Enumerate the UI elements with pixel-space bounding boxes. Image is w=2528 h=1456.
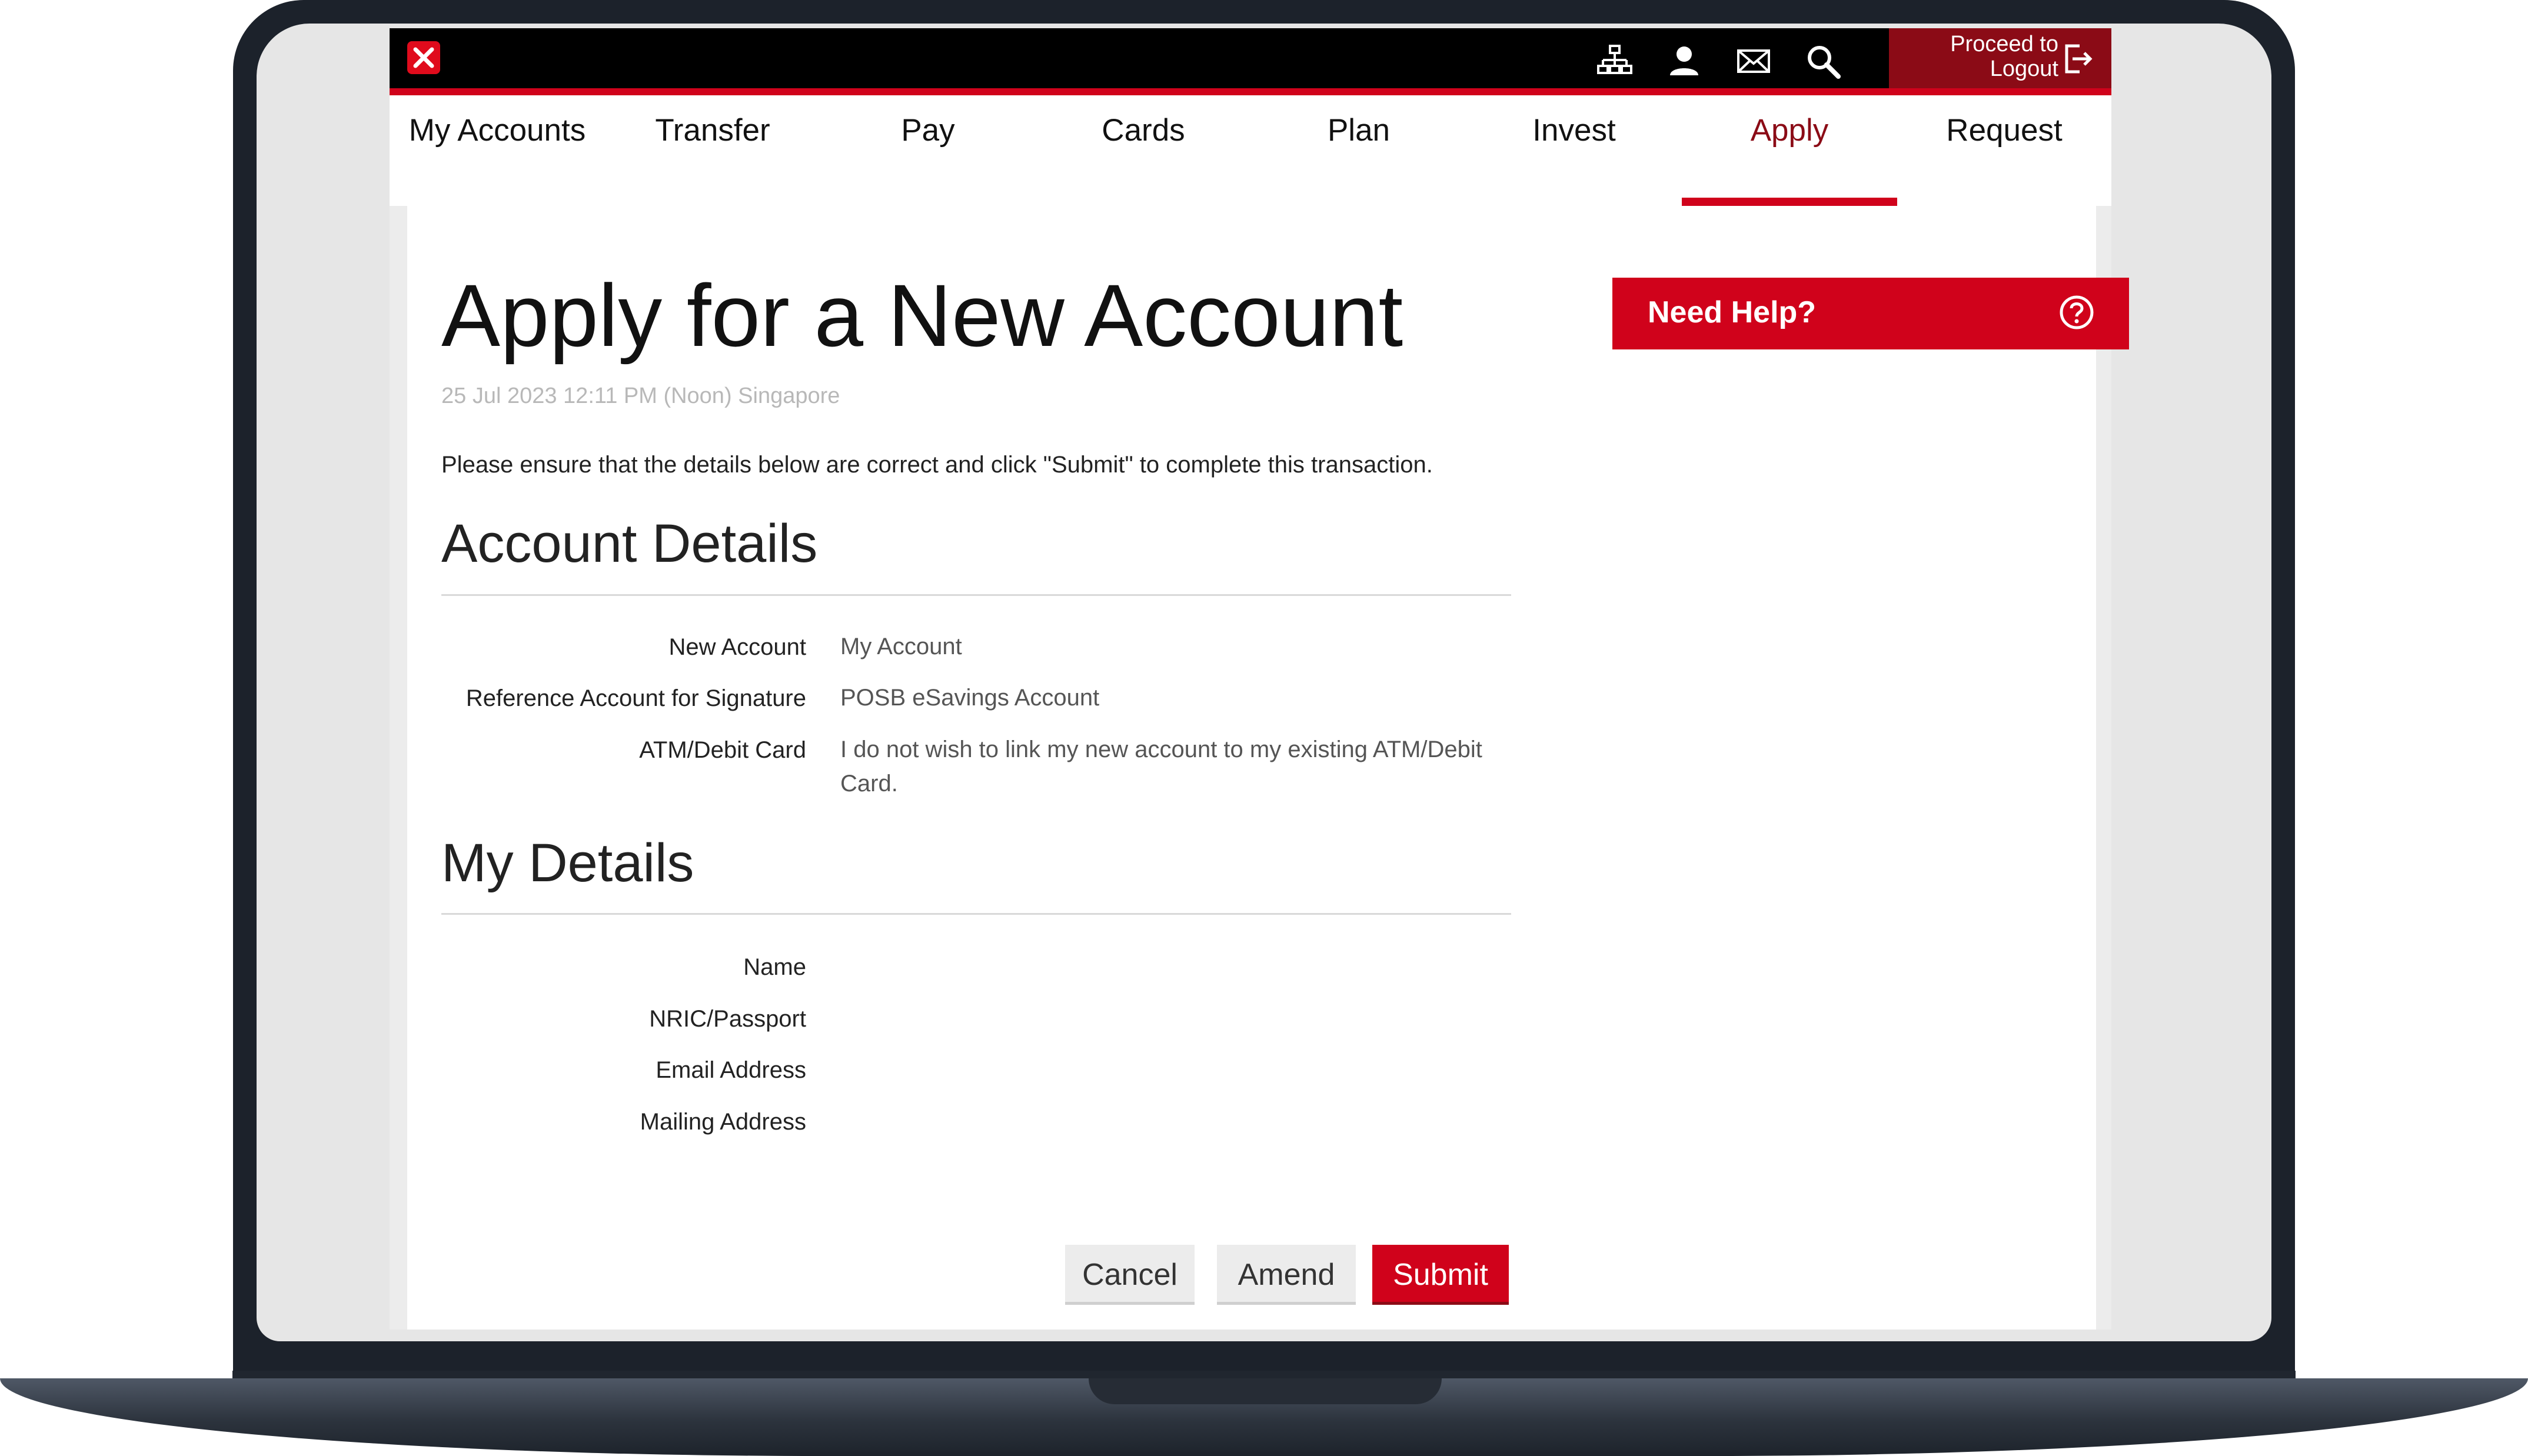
field-label-mailing-address: Mailing Address xyxy=(640,1109,806,1135)
tab-pay[interactable]: Pay xyxy=(820,95,1036,206)
section-divider xyxy=(441,913,1511,915)
tab-cards[interactable]: Cards xyxy=(1036,95,1251,206)
field-label-reference-account: Reference Account for Signature xyxy=(465,685,806,711)
logout-label: Proceed to Logout xyxy=(1929,32,2058,81)
field-value-atm-debit-card: I do not wish to link my new account to … xyxy=(840,737,1482,797)
my-details-heading: My Details xyxy=(441,833,694,893)
tab-invest[interactable]: Invest xyxy=(1466,95,1682,206)
tab-my-accounts[interactable]: My Accounts xyxy=(390,95,605,206)
submit-button[interactable]: Submit xyxy=(1372,1245,1509,1305)
amend-button[interactable]: Amend xyxy=(1217,1245,1356,1305)
section-divider xyxy=(441,594,1511,596)
bank-logo[interactable] xyxy=(407,41,440,74)
main-content: Apply for a New Account 25 Jul 2023 12:1… xyxy=(407,206,2129,1330)
top-bar: Proceed to Logout xyxy=(390,28,2111,95)
need-help-label: Need Help? xyxy=(1648,295,1817,329)
mail-icon[interactable] xyxy=(1735,42,1772,80)
timestamp: 25 Jul 2023 12:11 PM (Noon) Singapore xyxy=(441,384,840,408)
user-icon[interactable] xyxy=(1665,42,1703,80)
laptop-notch xyxy=(1089,1378,1442,1404)
page-title: Apply for a New Account xyxy=(441,266,1403,365)
banking-app: Proceed to Logout My Accounts Transfer P… xyxy=(390,28,2129,1330)
tab-request[interactable]: Request xyxy=(1897,95,2111,206)
logout-icon xyxy=(2062,42,2095,78)
main-nav: My Accounts Transfer Pay Cards Plan Inve… xyxy=(390,95,2111,206)
field-label-atm-debit-card: ATM/Debit Card xyxy=(639,737,806,763)
sitemap-icon[interactable] xyxy=(1596,42,1634,80)
field-value-new-account: My Account xyxy=(840,634,962,659)
search-icon[interactable] xyxy=(1804,42,1842,80)
field-label-new-account: New Account xyxy=(668,634,806,660)
logout-button[interactable]: Proceed to Logout xyxy=(1889,28,2111,88)
need-help-button[interactable]: Need Help? xyxy=(1612,278,2129,349)
field-label-email-address: Email Address xyxy=(656,1057,806,1083)
tab-apply[interactable]: Apply xyxy=(1682,95,1897,206)
field-label-nric-passport: NRIC/Passport xyxy=(649,1006,806,1032)
question-circle-icon xyxy=(2058,294,2095,334)
field-label-name: Name xyxy=(743,954,806,980)
tab-transfer[interactable]: Transfer xyxy=(605,95,820,206)
logout-label-line2: Logout xyxy=(1990,56,2058,81)
field-value-reference-account: POSB eSavings Account xyxy=(840,685,1100,711)
cancel-button[interactable]: Cancel xyxy=(1065,1245,1195,1305)
instruction-text: Please ensure that the details below are… xyxy=(441,452,1433,478)
tab-plan[interactable]: Plan xyxy=(1251,95,1466,206)
account-details-heading: Account Details xyxy=(441,514,818,574)
logout-label-line1: Proceed to xyxy=(1950,32,2058,56)
